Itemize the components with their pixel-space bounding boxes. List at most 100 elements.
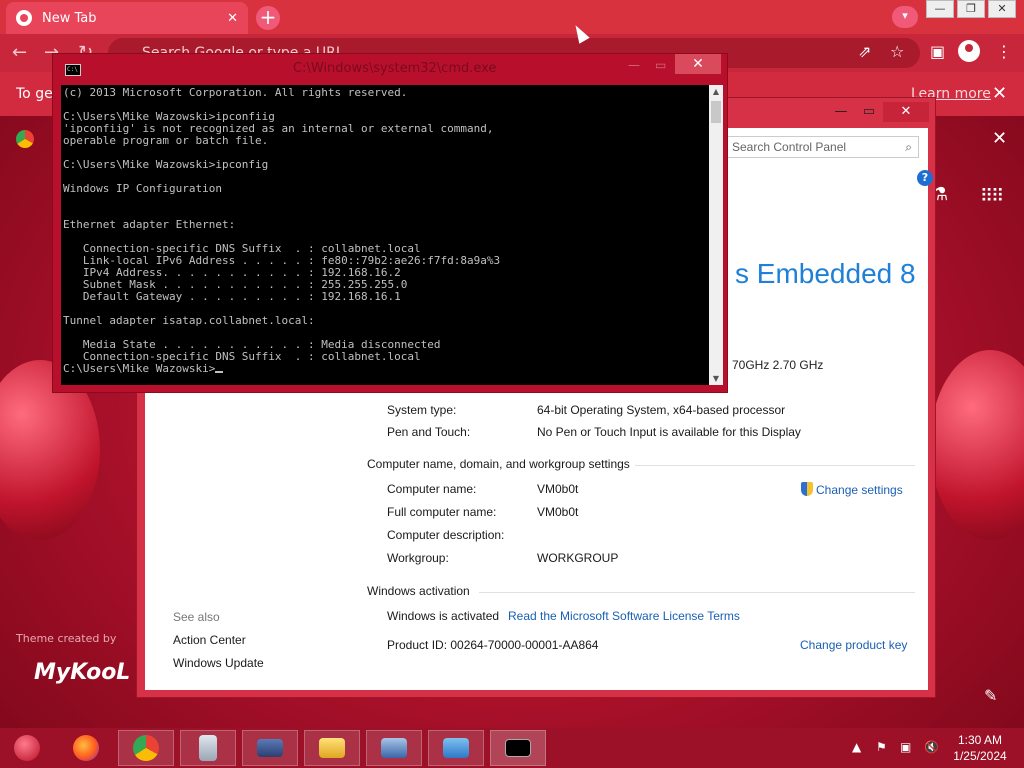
scroll-down-icon[interactable]: ▼ <box>709 374 723 383</box>
minimize-icon[interactable]: — <box>628 58 640 72</box>
section-computer-name: Computer name, domain, and workgroup set… <box>367 457 630 471</box>
section-divider <box>479 592 915 593</box>
value-pen-touch: No Pen or Touch Input is available for t… <box>537 425 801 439</box>
infobar-close-icon[interactable]: ✕ <box>992 83 1007 104</box>
show-hidden-icons[interactable]: ▲ <box>852 740 861 754</box>
taskbar-computer[interactable] <box>242 730 298 766</box>
label-system-type: System type: <box>387 403 457 417</box>
change-settings-link[interactable]: Change settings <box>801 482 903 497</box>
firefox-icon <box>73 735 99 761</box>
console-text: (c) 2013 Microsoft Corporation. All righ… <box>61 85 709 377</box>
maximize-icon[interactable]: ▭ <box>655 58 666 72</box>
new-tab-button[interactable]: + <box>256 6 280 30</box>
label-computer-name: Computer name: <box>387 482 477 496</box>
chrome-icon <box>133 735 159 761</box>
console-prompt: C:\Users\Mike Wazowski> <box>63 362 216 375</box>
minimize-icon[interactable]: — <box>926 0 954 18</box>
taskbar-recycle[interactable] <box>180 730 236 766</box>
scrollbar-thumb[interactable] <box>711 101 721 123</box>
theme-credit[interactable]: Theme created by <box>16 632 116 645</box>
tab-new-tab[interactable]: New Tab ✕ <box>6 2 248 34</box>
maximize-icon[interactable]: ❐ <box>957 0 985 18</box>
section-windows-activation: Windows activation <box>367 584 470 598</box>
bookmark-star-icon[interactable]: ☆ <box>890 42 904 61</box>
taskbar-chrome[interactable] <box>118 730 174 766</box>
license-terms-link[interactable]: Read the Microsoft Software License Term… <box>508 609 740 623</box>
cmd-app-icon: C:\ <box>65 64 81 76</box>
action-center-link[interactable]: Action Center <box>173 633 246 647</box>
value-full-computer-name: VM0b0t <box>537 505 579 519</box>
system-window-controls: — ▭ ✕ <box>827 102 929 122</box>
start-ornament-icon <box>14 735 40 761</box>
search-control-panel-input[interactable]: Search Control Panel ⌕ <box>727 136 919 158</box>
console-output[interactable]: (c) 2013 Microsoft Corporation. All righ… <box>61 85 709 385</box>
close-icon[interactable]: ✕ <box>883 102 929 122</box>
taskbar-network[interactable] <box>366 730 422 766</box>
taskbar-cmd[interactable] <box>490 730 546 766</box>
secondary-infobar-close-icon[interactable]: ✕ <box>992 128 1007 149</box>
taskbar-control-panel[interactable] <box>428 730 484 766</box>
chrome-logo-icon <box>16 130 34 148</box>
tab-title: New Tab <box>42 10 97 26</box>
maximize-icon[interactable]: ▭ <box>855 102 883 122</box>
menu-dots-icon[interactable]: ⋮ <box>996 42 1012 61</box>
folder-icon <box>319 738 345 758</box>
search-icon: ⌕ <box>905 140 912 154</box>
close-icon[interactable]: ✕ <box>988 0 1016 18</box>
label-computer-description: Computer description: <box>387 528 505 542</box>
back-icon[interactable]: ← <box>12 42 27 63</box>
clock-time: 1:30 AM <box>957 733 1003 747</box>
network-icon <box>381 738 407 758</box>
change-settings-label: Change settings <box>816 483 903 497</box>
tab-search-icon[interactable]: ▾ <box>892 6 918 28</box>
value-workgroup: WORKGROUP <box>537 551 619 565</box>
search-placeholder: Search Control Panel <box>732 140 847 154</box>
windows-edition-logo-text: s Embedded 8 <box>735 258 916 289</box>
share-icon[interactable]: ⇗ <box>858 42 871 61</box>
tab-strip: New Tab ✕ + ▾ — ❐ ✕ <box>0 0 1024 34</box>
tab-close-icon[interactable]: ✕ <box>227 11 238 26</box>
see-also-heading: See also <box>173 610 220 624</box>
profile-avatar[interactable] <box>958 40 980 62</box>
taskbar-firefox[interactable] <box>58 730 114 766</box>
close-icon[interactable]: ✕ <box>675 54 721 74</box>
volume-muted-icon[interactable]: 🔇 <box>924 740 939 754</box>
label-full-computer-name: Full computer name: <box>387 505 497 519</box>
label-pen-touch: Pen and Touch: <box>387 425 471 439</box>
system-clock[interactable]: 1:30 AM 1/25/2024 <box>950 732 1010 764</box>
computer-icon <box>257 739 283 757</box>
taskbar-explorer[interactable] <box>304 730 360 766</box>
recycle-bin-icon <box>199 735 217 761</box>
text-cursor <box>215 371 224 373</box>
uac-shield-icon <box>801 482 813 496</box>
cmd-title-bar[interactable]: C:\ C:\Windows\system32\cmd.exe — ▭ ✕ <box>53 54 727 84</box>
value-system-type: 64-bit Operating System, x64-based proce… <box>537 403 786 417</box>
customize-pencil-icon[interactable]: ✎ <box>984 686 997 705</box>
network-tray-icon[interactable]: ▣ <box>900 740 911 754</box>
ornament-right <box>930 350 1024 540</box>
chrome-icon <box>16 10 32 26</box>
product-id: Product ID: 00264-70000-00001-AA864 <box>387 638 599 652</box>
console-history: (c) 2013 Microsoft Corporation. All righ… <box>63 86 501 363</box>
label-workgroup: Workgroup: <box>387 551 449 565</box>
scroll-up-icon[interactable]: ▲ <box>709 87 723 96</box>
side-panel-icon[interactable]: ▣ <box>930 42 945 61</box>
brand-text: MyKooL <box>34 660 131 685</box>
help-icon[interactable]: ? <box>917 170 933 186</box>
browser-window-controls: — ❐ ✕ <box>923 0 1016 18</box>
taskbar: ▲ ⚑ ▣ 🔇 1:30 AM 1/25/2024 <box>0 728 1024 768</box>
apps-grid-icon[interactable]: ⠿⠿ <box>980 186 1004 207</box>
command-prompt-window[interactable]: C:\ C:\Windows\system32\cmd.exe — ▭ ✕ (c… <box>52 53 728 393</box>
control-panel-icon <box>443 738 469 758</box>
cmd-icon <box>505 739 531 757</box>
change-product-key-link[interactable]: Change product key <box>800 638 907 652</box>
windows-update-link[interactable]: Windows Update <box>173 656 264 670</box>
action-center-flag-icon[interactable]: ⚑ <box>876 740 887 754</box>
minimize-icon[interactable]: — <box>827 102 855 122</box>
value-computer-name: VM0b0t <box>537 482 579 496</box>
start-button[interactable] <box>0 730 54 766</box>
clock-date: 1/25/2024 <box>953 749 1007 763</box>
section-divider <box>635 465 915 466</box>
console-scrollbar[interactable]: ▲ ▼ <box>709 85 723 385</box>
processor-speed: 70GHz 2.70 GHz <box>732 358 824 372</box>
